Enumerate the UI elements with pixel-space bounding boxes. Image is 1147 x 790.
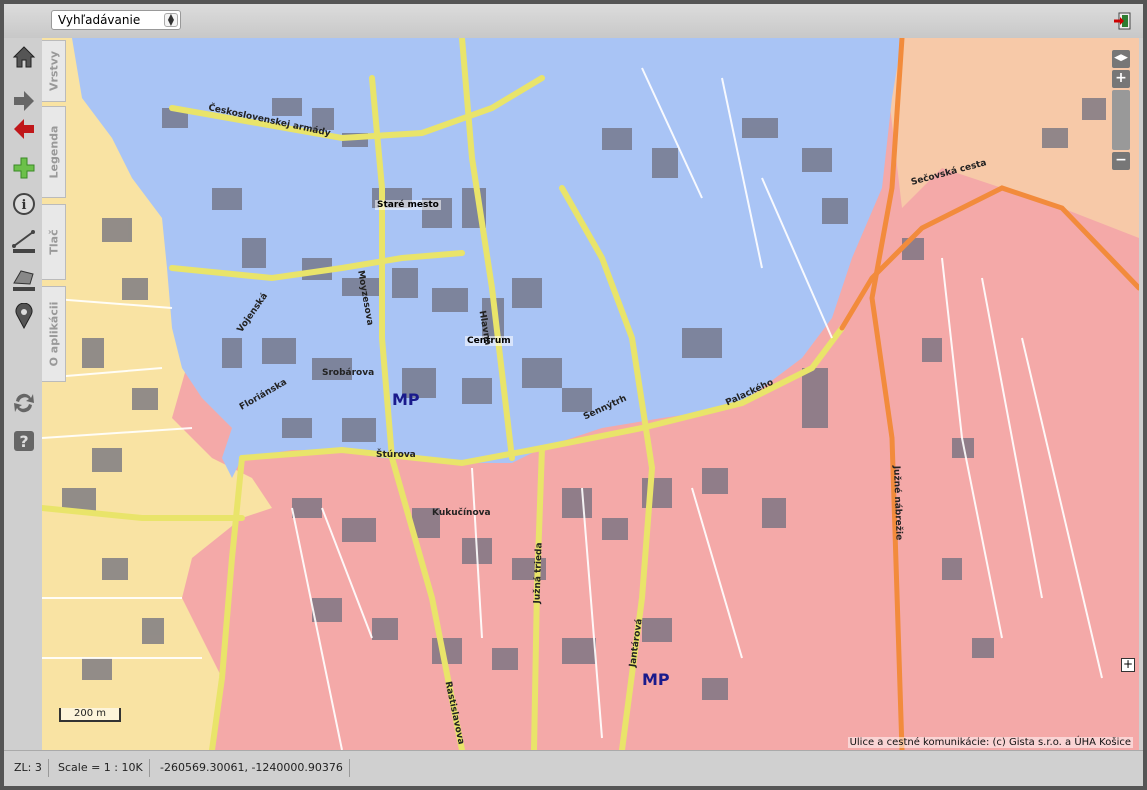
info-icon[interactable]: i (11, 191, 37, 217)
scale-readout: Scale = 1 : 10K (52, 759, 150, 777)
location-pin-icon[interactable] (11, 302, 37, 330)
app-frame: Vyhľadávanie ▲ ▼ i ? Staré mesto Centrum… (0, 0, 1147, 790)
svg-text:i: i (22, 198, 27, 213)
map-attribution: Ulice a cestné komunikácie: (c) Gista s.… (847, 737, 1133, 748)
exit-icon[interactable] (1113, 12, 1131, 30)
tool-sidebar: i ? (4, 38, 42, 750)
tab-print[interactable]: Tlač (42, 204, 66, 280)
search-select-value: Vyhľadávanie (58, 13, 141, 27)
pan-arrows-icon[interactable]: ◀▶ (1112, 50, 1130, 68)
zoom-in-button[interactable]: + (1112, 70, 1130, 88)
tab-layers[interactable]: Vrstvy (42, 40, 66, 102)
overview-toggle-button[interactable]: + (1121, 658, 1135, 672)
svg-text:?: ? (19, 432, 28, 451)
status-bar: ZL: 3 Scale = 1 : 10K -260569.30061, -12… (4, 750, 1143, 786)
district-label-stare-mesto: Staré mesto (375, 200, 441, 210)
forward-arrow-icon[interactable] (11, 88, 37, 114)
map-canvas[interactable] (42, 38, 1139, 750)
street-label: Južná trieda (532, 542, 545, 604)
street-label: Srobárova (322, 368, 375, 378)
back-arrow-icon[interactable] (11, 116, 37, 142)
side-tabs: Vrstvy Legenda Tlač O aplikácii (42, 38, 66, 382)
tab-print-label: Tlač (47, 229, 60, 255)
search-select[interactable]: Vyhľadávanie ▲ ▼ (51, 10, 181, 30)
zoom-level-readout: ZL: 3 (8, 759, 49, 777)
tab-legend[interactable]: Legenda (42, 106, 66, 198)
measure-line-icon[interactable] (11, 228, 37, 254)
refresh-icon[interactable] (11, 390, 37, 416)
coordinates-readout: -260569.30061, -1240000.90376 (154, 759, 350, 777)
map-label-mp-2: MP (642, 670, 670, 689)
zoom-out-button[interactable]: − (1112, 152, 1130, 170)
tab-about-label: O aplikácii (47, 301, 60, 367)
select-arrows-icon: ▲ ▼ (164, 13, 178, 27)
street-label: Kukučínova (432, 508, 491, 518)
tab-about[interactable]: O aplikácii (42, 286, 66, 382)
street-label: Štúrova (376, 450, 416, 460)
measure-area-icon[interactable] (11, 266, 37, 292)
help-icon[interactable]: ? (11, 428, 37, 454)
tab-layers-label: Vrstvy (47, 50, 60, 92)
top-toolbar: Vyhľadávanie ▲ ▼ (4, 4, 1143, 38)
zoom-control: ◀▶ + − (1107, 50, 1135, 172)
map-view[interactable]: Staré mesto Centrum MP MP Štúrova Moyzes… (42, 38, 1139, 750)
zoom-slider[interactable] (1112, 90, 1130, 150)
map-label-mp-1: MP (392, 390, 420, 409)
home-icon[interactable] (11, 44, 37, 70)
add-icon[interactable] (11, 155, 37, 181)
tab-legend-label: Legenda (47, 125, 60, 179)
scale-bar: 200 m (59, 708, 121, 722)
